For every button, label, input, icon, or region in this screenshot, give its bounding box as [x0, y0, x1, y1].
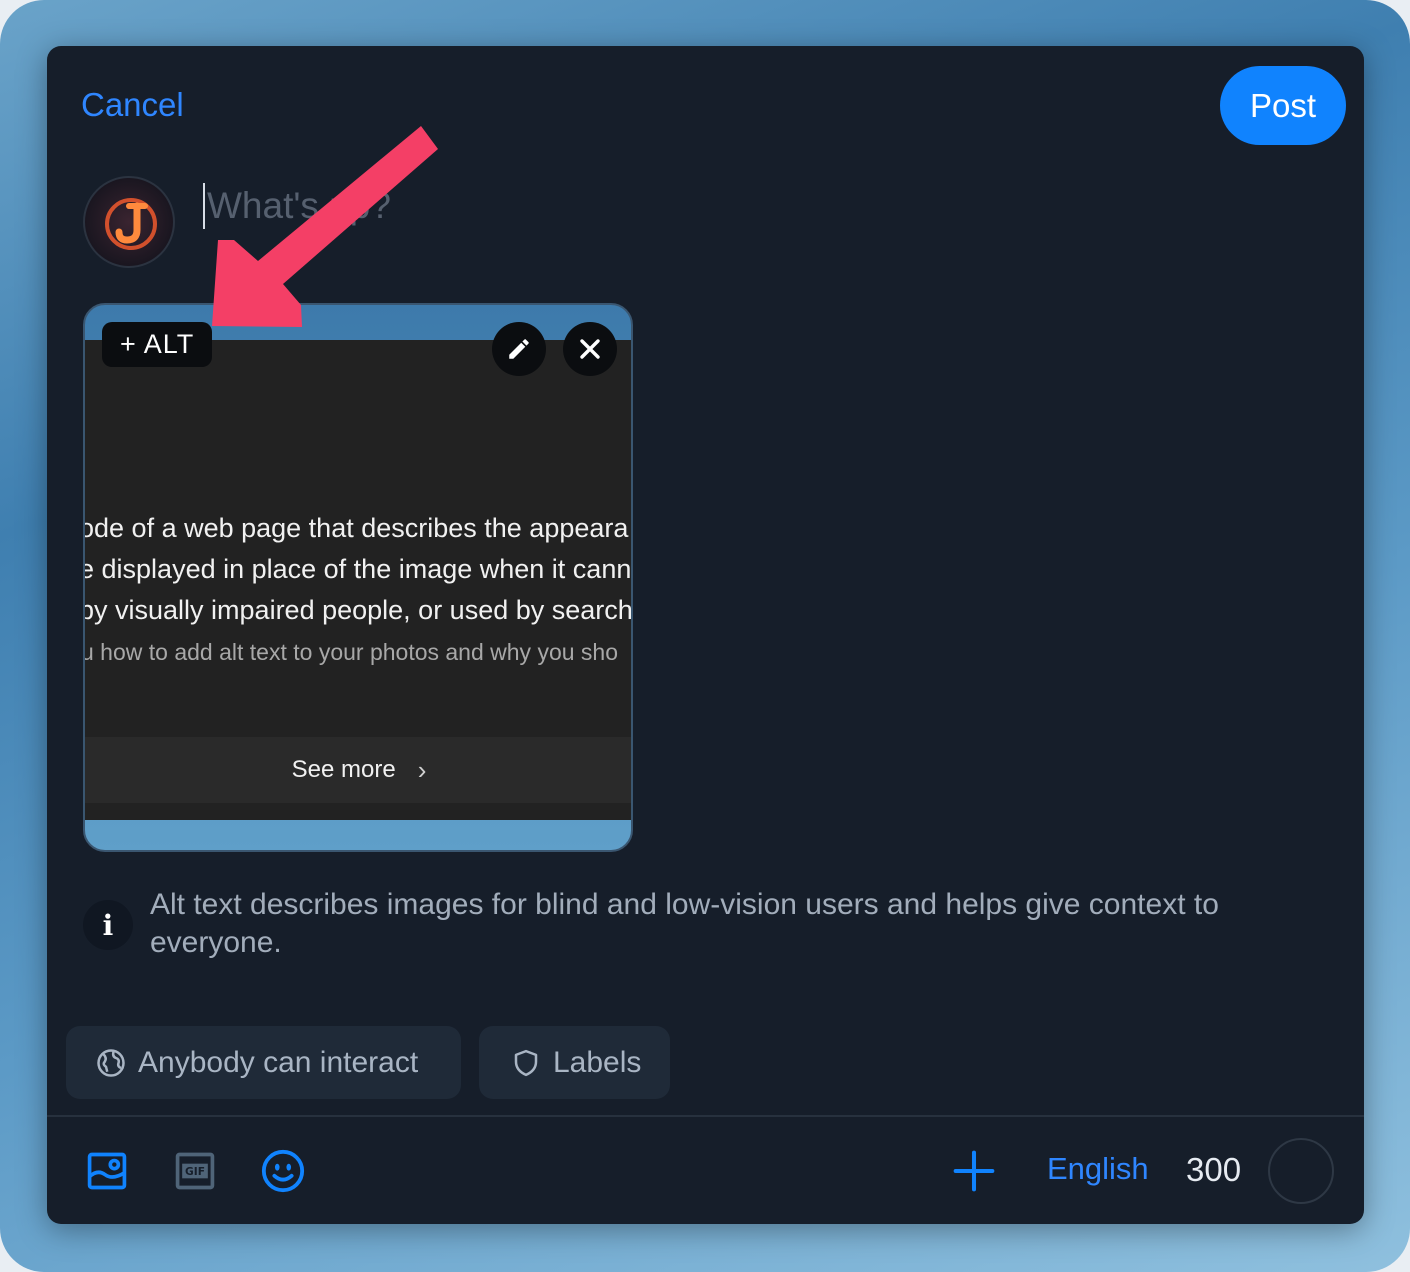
image-text-line: ode of a web page that describes the app…: [85, 513, 629, 543]
avatar: [83, 176, 175, 268]
add-image-button[interactable]: [82, 1146, 132, 1196]
composer-placeholder: What's up?: [207, 185, 391, 226]
emoji-picker-button[interactable]: [258, 1146, 308, 1196]
edit-image-button[interactable]: [492, 322, 546, 376]
labels-label: Labels: [553, 1045, 642, 1079]
labels-button[interactable]: Labels: [479, 1026, 670, 1099]
post-text-input[interactable]: What's up?: [203, 176, 1303, 236]
toolbar-divider: [47, 1115, 1364, 1117]
add-alt-text-button[interactable]: + ALT: [102, 322, 213, 367]
image-icon: [87, 1152, 127, 1190]
image-text-line: u how to add alt text to your photos and…: [85, 639, 619, 665]
image-text-line: e displayed in place of the image when i…: [85, 554, 633, 584]
avatar-logo: [105, 198, 157, 250]
add-gif-button[interactable]: GIF: [170, 1146, 220, 1196]
image-see-more: See more ›: [85, 737, 631, 803]
media-attachment: ode of a web page that describes the app…: [83, 303, 633, 852]
language-selector[interactable]: English: [1047, 1151, 1149, 1187]
pencil-icon: [509, 339, 529, 359]
chevron-right-icon: ›: [417, 754, 427, 785]
close-icon: [580, 339, 600, 359]
alt-text-hint-text: Alt text describes images for blind and …: [150, 888, 1219, 959]
add-thread-post-button[interactable]: [949, 1146, 999, 1196]
image-text-line: by visually impaired people, or used by …: [85, 595, 633, 625]
attached-image: ode of a web page that describes the app…: [85, 340, 633, 820]
info-icon: i: [83, 900, 133, 950]
interaction-settings-button[interactable]: Anybody can interact: [66, 1026, 461, 1099]
emoji-icon: [261, 1149, 305, 1193]
shield-icon: [514, 1049, 538, 1076]
text-caret: [203, 183, 205, 229]
character-progress-ring: [1268, 1138, 1334, 1204]
post-composer-dialog: Cancel Post What's up? ode of a web page…: [47, 46, 1364, 1224]
plus-icon: [953, 1150, 995, 1192]
interaction-settings-label: Anybody can interact: [138, 1045, 419, 1079]
cancel-button[interactable]: Cancel: [81, 86, 184, 124]
character-count: 300: [1186, 1151, 1242, 1188]
remove-image-button[interactable]: [563, 322, 617, 376]
see-more-label: See more: [291, 756, 396, 783]
globe-icon: [97, 1048, 125, 1077]
post-button[interactable]: Post: [1220, 66, 1346, 145]
svg-text:GIF: GIF: [185, 1165, 205, 1178]
gif-icon: GIF: [175, 1152, 215, 1190]
